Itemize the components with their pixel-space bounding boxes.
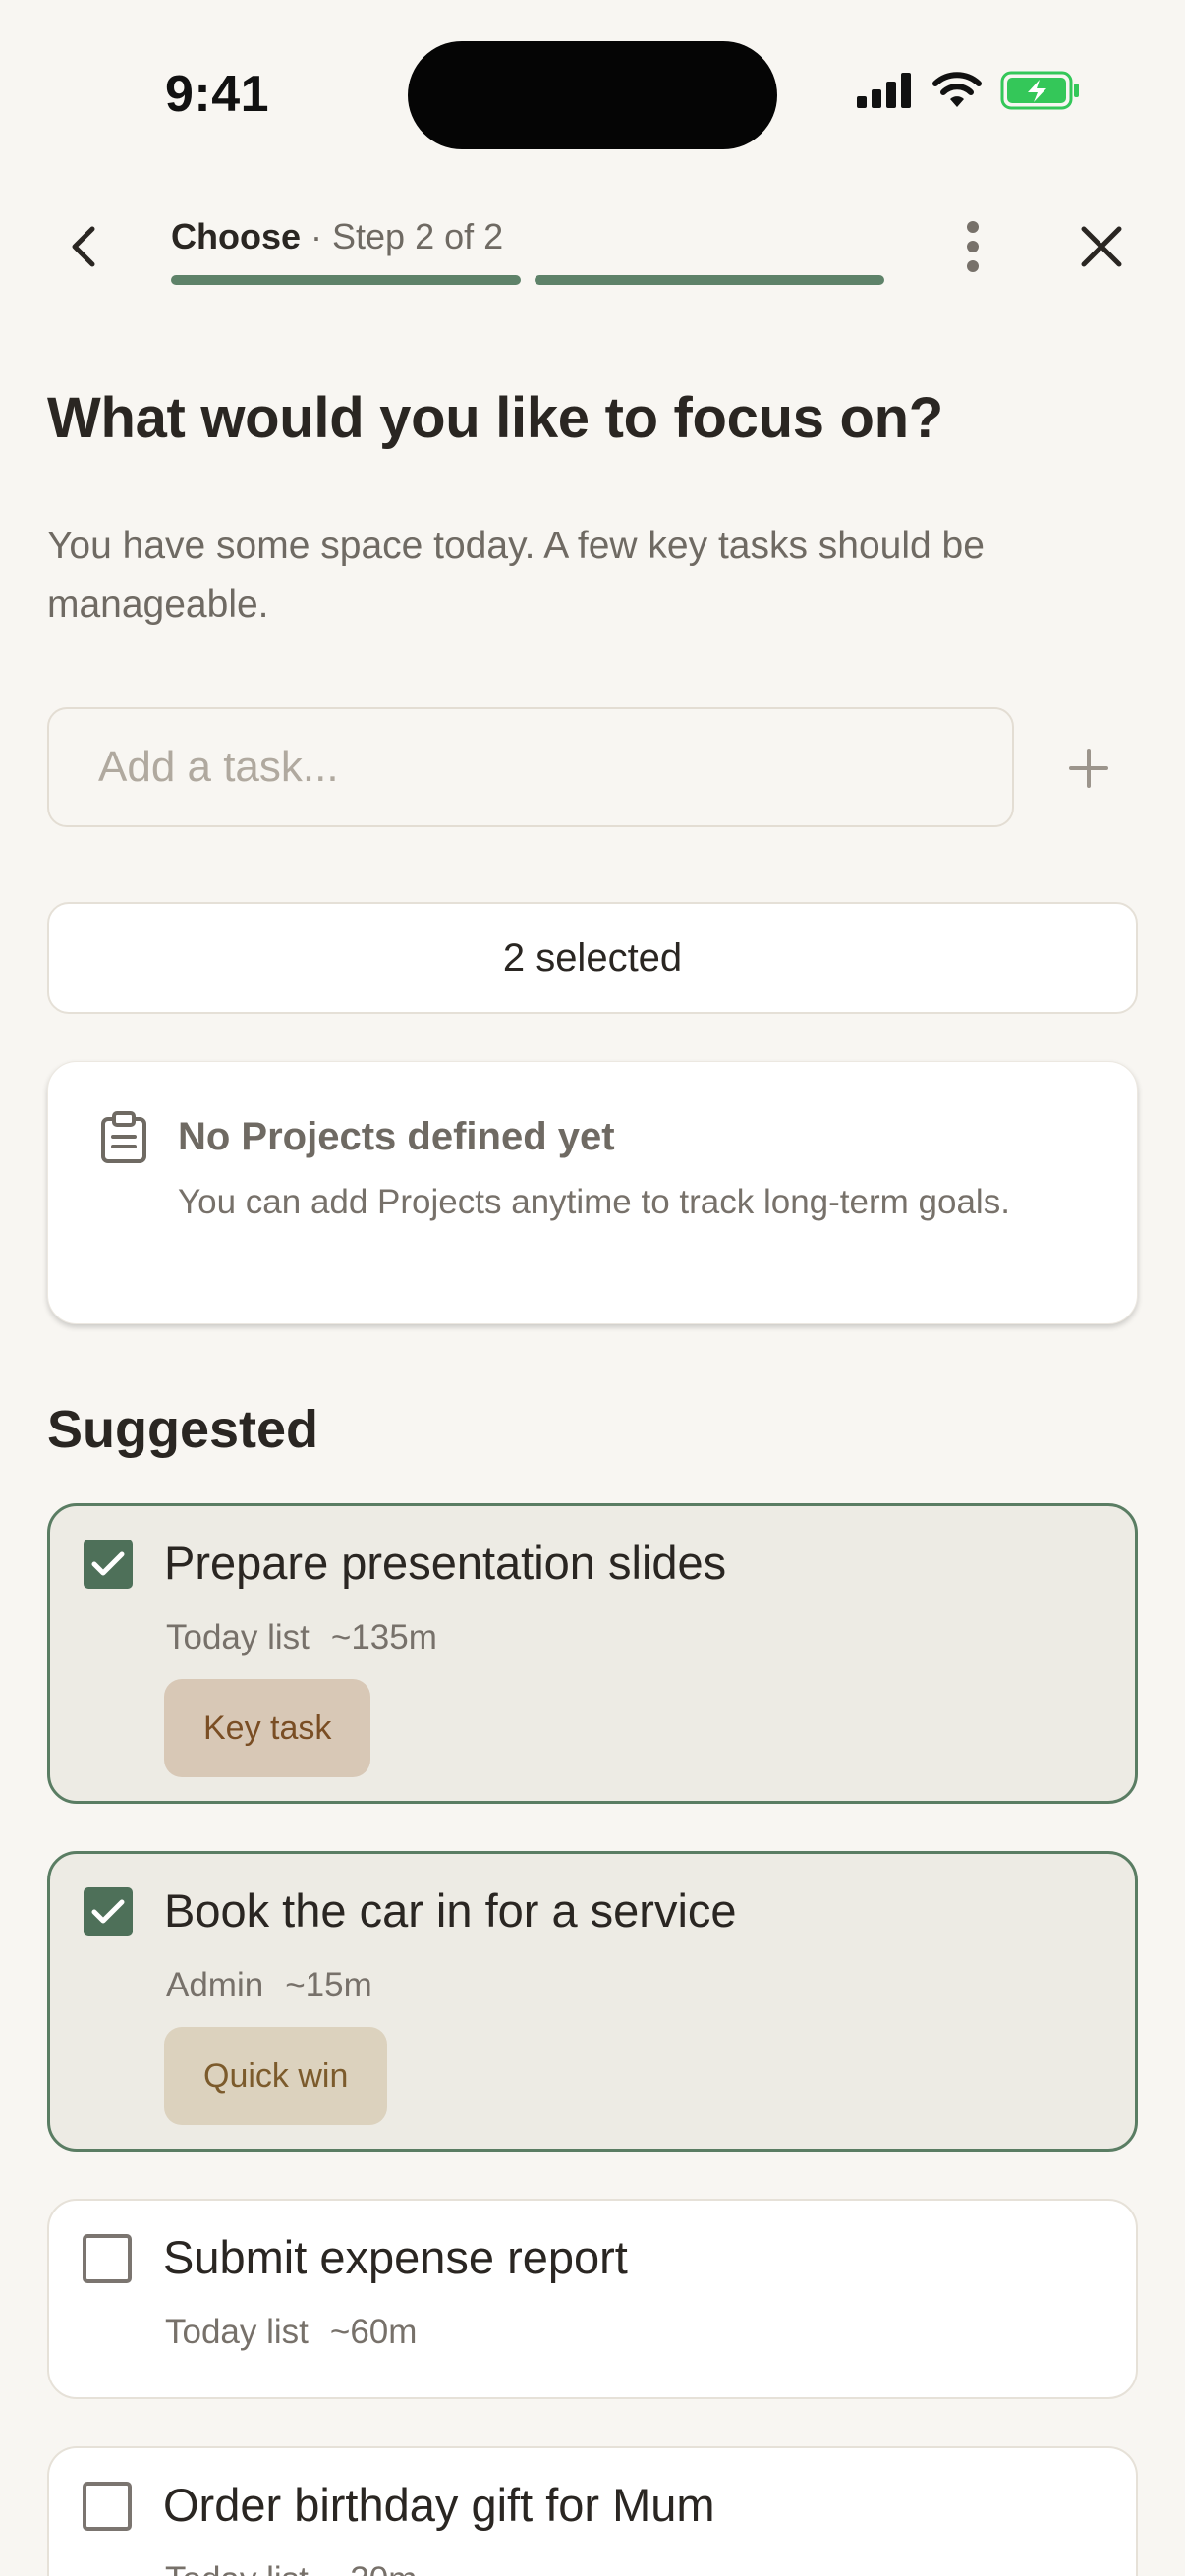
step-name: Choose	[171, 216, 302, 256]
task-title: Order birthday gift for Mum	[163, 2479, 715, 2531]
progress-segment-1	[171, 275, 521, 285]
task-checkbox[interactable]	[84, 1540, 133, 1589]
task-checkbox[interactable]	[83, 2234, 132, 2283]
more-vertical-icon	[967, 221, 979, 272]
task-title: Book the car in for a service	[164, 1884, 737, 1936]
wifi-icon	[932, 72, 982, 107]
step-progress-bar	[171, 275, 884, 285]
task-tag-badge: Quick win	[164, 2027, 388, 2125]
task-checkbox[interactable]	[84, 1887, 133, 1936]
task-card[interactable]: Book the car in for a service Admin ~15m …	[47, 1851, 1138, 2152]
add-task-input[interactable]	[47, 707, 1014, 827]
task-title: Submit expense report	[163, 2231, 628, 2283]
task-title: Prepare presentation slides	[164, 1537, 727, 1589]
add-task-row	[47, 707, 1138, 831]
battery-charging-icon	[1000, 71, 1079, 110]
task-list: Today list	[166, 1618, 310, 1656]
task-card[interactable]: Order birthday gift for Mum Today list ~3…	[47, 2446, 1138, 2576]
info-card-body: You can add Projects anytime to track lo…	[178, 1183, 1010, 1221]
page-title: What would you like to focus on?	[47, 386, 943, 450]
checkmark-icon	[91, 1551, 125, 1576]
status-bar: 9:41	[0, 0, 1185, 187]
clipboard-icon	[101, 1111, 146, 1163]
suggested-heading: Suggested	[47, 1400, 319, 1459]
task-meta: Today list ~135m	[166, 1618, 437, 1657]
add-task-button[interactable]	[1040, 719, 1138, 817]
close-icon	[1081, 226, 1122, 267]
task-card[interactable]: Prepare presentation slides Today list ~1…	[47, 1503, 1138, 1804]
task-duration: ~60m	[329, 2313, 418, 2351]
back-button[interactable]	[49, 212, 118, 281]
page-subtitle: You have some space today. A few key tas…	[47, 525, 985, 626]
close-button[interactable]	[1067, 212, 1136, 281]
task-meta: Today list ~30m	[165, 2560, 417, 2576]
task-meta: Admin ~15m	[166, 1966, 372, 2005]
progress-segment-2	[535, 275, 884, 285]
task-duration: ~135m	[330, 1618, 437, 1656]
task-duration: ~15m	[285, 1966, 372, 2004]
task-list: Today list	[165, 2313, 309, 2351]
no-projects-card: No Projects defined yet You can add Proj…	[47, 1061, 1138, 1324]
selected-count-button[interactable]: 2 selected	[47, 902, 1138, 1014]
plus-icon	[1069, 749, 1108, 788]
signal-icon	[857, 73, 911, 108]
task-duration: ~30m	[330, 2560, 418, 2576]
more-options-button[interactable]	[943, 212, 1002, 281]
checkmark-icon	[91, 1899, 125, 1924]
task-tag-badge: Key task	[164, 1679, 371, 1777]
dynamic-island	[408, 41, 777, 149]
chevron-left-icon	[72, 226, 95, 267]
status-time: 9:41	[165, 66, 270, 123]
wizard-header: Choose · Step 2 of 2	[0, 187, 1185, 314]
task-checkbox[interactable]	[83, 2482, 132, 2531]
task-meta: Today list ~60m	[165, 2313, 417, 2352]
info-card-title: No Projects defined yet	[178, 1115, 615, 1158]
step-indicator: · Step 2 of 2	[301, 216, 504, 256]
task-list: Today list	[165, 2560, 309, 2576]
status-icons	[857, 71, 1081, 110]
task-list: Admin	[166, 1966, 264, 2004]
task-card[interactable]: Submit expense report Today list ~60m	[47, 2199, 1138, 2399]
step-title: Choose · Step 2 of 2	[171, 216, 503, 257]
